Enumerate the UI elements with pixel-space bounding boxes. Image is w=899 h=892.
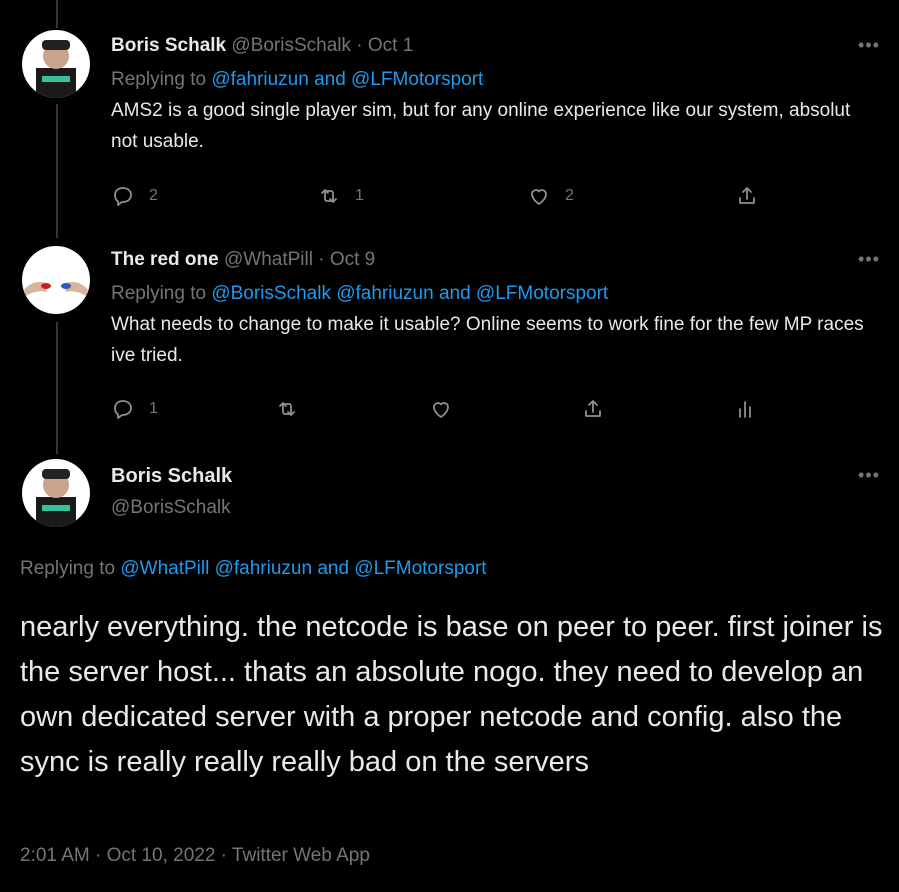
share-button[interactable] (581, 394, 605, 424)
author-handle[interactable]: @BorisSchalk (111, 497, 231, 519)
tweet-date[interactable]: Oct 1 (368, 35, 413, 56)
more-icon[interactable]: ••• (857, 250, 881, 278)
focused-replying-line: Replying to @WhatPill @fahriuzun and @LF… (20, 558, 487, 580)
like-button[interactable] (429, 394, 453, 424)
thread-line-1 (56, 104, 58, 238)
tweet-date[interactable]: Oct 9 (330, 249, 375, 270)
avatar[interactable] (22, 246, 90, 314)
focused-tweet-text: nearly everything. the netcode is base o… (20, 611, 883, 778)
thread-line-top (56, 0, 58, 28)
share-icon (739, 187, 755, 204)
author-handle[interactable]: @BorisSchalk (231, 35, 351, 56)
retweet-icon (321, 189, 337, 203)
replying-prefix: Replying to (111, 69, 207, 90)
like-icon (531, 189, 547, 205)
reply-button[interactable]: 2 (111, 181, 158, 211)
tweet-meta[interactable]: 2:01 AM · Oct 10, 2022 · Twitter Web App (20, 845, 370, 867)
separator: · (356, 35, 363, 56)
replying-to-links[interactable]: @WhatPill @fahriuzun and @LFMotorsport (120, 558, 486, 579)
replying-prefix: Replying to (111, 283, 207, 304)
retweet-icon (279, 402, 295, 416)
reply-icon (114, 187, 132, 206)
reply-icon (114, 400, 132, 419)
avatar[interactable] (22, 30, 90, 98)
reply-count: 1 (149, 400, 158, 417)
tweet-text: What needs to change to make it usable? … (111, 314, 864, 366)
analytics-button[interactable] (733, 394, 757, 424)
retweet-count: 1 (355, 187, 364, 204)
author-handle[interactable]: @WhatPill (224, 249, 313, 270)
author-name[interactable]: Boris Schalk (111, 35, 226, 56)
more-icon[interactable]: ••• (857, 466, 881, 494)
like-icon (433, 402, 449, 418)
focused-tweet-header: Boris Schalk @BorisSchalk ••• (0, 455, 899, 535)
separator: · (318, 249, 325, 270)
avatar[interactable] (22, 459, 90, 527)
author-name[interactable]: Boris Schalk (111, 465, 232, 488)
replying-to-links[interactable]: @BorisSchalk @fahriuzun and @LFMotorspor… (211, 283, 608, 304)
retweet-button[interactable]: 1 (317, 181, 364, 211)
like-button[interactable]: 2 (527, 181, 574, 211)
replying-to-links[interactable]: @fahriuzun and @LFMotorsport (211, 69, 483, 90)
retweet-button[interactable] (275, 394, 299, 424)
share-icon (585, 400, 601, 417)
author-name[interactable]: The red one (111, 249, 219, 270)
reply-count: 2 (149, 187, 158, 204)
more-icon[interactable]: ••• (857, 36, 881, 64)
share-button[interactable] (735, 181, 759, 211)
like-count: 2 (565, 187, 574, 204)
replying-prefix: Replying to (20, 558, 116, 579)
analytics-icon (739, 401, 751, 418)
tweet-text: AMS2 is a good single player sim, but fo… (111, 100, 851, 152)
thread-line-2 (56, 322, 58, 454)
reply-button[interactable]: 1 (111, 394, 158, 424)
